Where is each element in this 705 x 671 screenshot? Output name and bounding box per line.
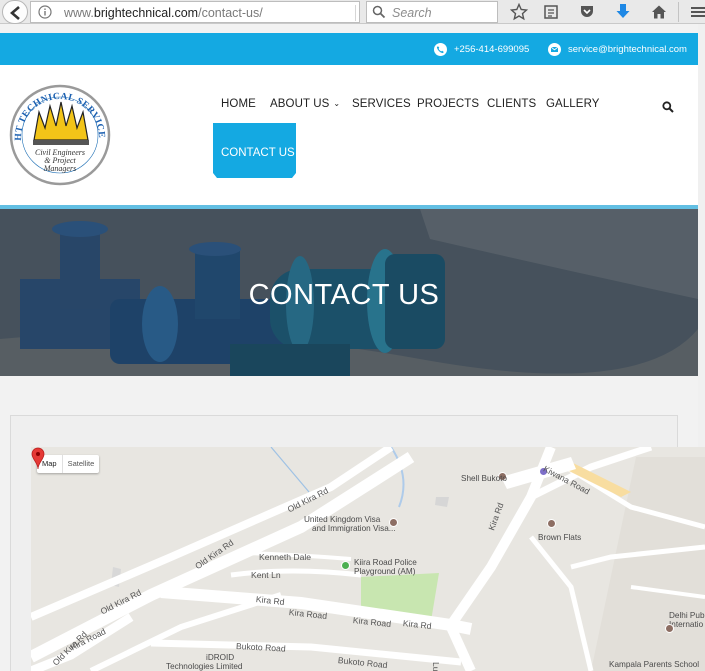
nav-services[interactable]: SERVICES: [352, 98, 411, 110]
map-label-idroid-line1[interactable]: iDROID: [206, 653, 234, 662]
nav-contact-us[interactable]: CONTACT US: [213, 123, 296, 173]
address-separator: [355, 5, 356, 21]
map-label-shell[interactable]: Shell Bukoto: [461, 474, 507, 483]
nav-clients[interactable]: CLIENTS: [487, 98, 536, 110]
hero-title: CONTACT US: [248, 279, 440, 311]
nav-about-label: ABOUT US: [270, 98, 330, 110]
site-search-icon[interactable]: [662, 101, 674, 113]
map-label-delhi-line1[interactable]: Delhi Publ: [669, 611, 705, 620]
map-label-delhi-line2[interactable]: Internatio: [669, 620, 703, 629]
home-icon[interactable]: [650, 3, 668, 21]
map-road-kent-ln: Kent Ln: [251, 570, 281, 580]
back-arrow-icon: [10, 6, 20, 20]
phone-icon: [434, 42, 447, 56]
back-button[interactable]: [2, 0, 28, 24]
building-icon[interactable]: [389, 518, 398, 527]
url-text: www.brightechnical.com/contact-us/: [64, 6, 263, 20]
nav-gallery[interactable]: GALLERY: [546, 98, 600, 110]
search-bar[interactable]: Search: [366, 1, 498, 23]
map-road-lugogo: Lugo: [431, 662, 441, 671]
location-pin-icon[interactable]: [31, 447, 45, 469]
company-logo[interactable]: BRIGHT TECHNICAL SERVICES LTD Civil Engi…: [9, 84, 111, 186]
svg-text:Managers: Managers: [43, 164, 76, 173]
site-header: BRIGHT TECHNICAL SERVICES LTD Civil Engi…: [0, 65, 698, 207]
map-label-kampala-parents[interactable]: Kampala Parents School: [609, 660, 699, 669]
toolbar-separator: [678, 2, 679, 22]
nav-active-indicator: [213, 173, 296, 178]
map-type-control[interactable]: Map Satellite: [37, 455, 100, 473]
map-label-uk-visa-line1[interactable]: United Kingdom Visa: [304, 515, 380, 524]
school-icon[interactable]: [665, 624, 674, 633]
map-label-uk-visa-line2[interactable]: and Immigration Visa...: [312, 524, 396, 533]
browser-toolbar: www.brightechnical.com/contact-us/ Searc…: [0, 0, 705, 24]
nav-contact-label: CONTACT US: [221, 147, 295, 159]
map-label-police-line2[interactable]: Playground (AM): [354, 567, 415, 576]
phone-number: +256-414-699095: [454, 43, 530, 55]
nav-home[interactable]: HOME: [221, 98, 256, 110]
phone-contact[interactable]: +256-414-699095: [434, 33, 529, 65]
playground-icon[interactable]: [341, 561, 350, 570]
chevron-down-icon: ⌄: [333, 99, 341, 108]
download-icon[interactable]: [614, 3, 632, 21]
search-placeholder: Search: [392, 6, 432, 20]
email-address: service@brightechnical.com: [568, 43, 687, 55]
map-type-satellite-button[interactable]: Satellite: [61, 455, 100, 473]
map-road-kenneth-dale: Kenneth Dale: [259, 552, 312, 562]
browser-window: www.brightechnical.com/contact-us/ Searc…: [0, 0, 705, 671]
nav-about-us[interactable]: ABOUT US ⌄: [270, 98, 340, 110]
address-bar[interactable]: www.brightechnical.com/contact-us/: [30, 1, 378, 23]
hero-banner: CONTACT US: [0, 209, 698, 376]
lodging-icon[interactable]: [547, 519, 556, 528]
search-icon: [372, 5, 386, 19]
bookmark-star-icon[interactable]: [510, 3, 528, 21]
nav-projects[interactable]: PROJECTS: [417, 98, 479, 110]
pocket-icon[interactable]: [578, 3, 596, 21]
menu-icon[interactable]: [688, 3, 705, 21]
info-icon[interactable]: [38, 5, 52, 19]
reading-list-icon[interactable]: [542, 3, 560, 21]
map-label-brown-flats[interactable]: Brown Flats: [538, 533, 581, 542]
google-map[interactable]: Map Satellite Shell Bukoto Kiwana Road U…: [31, 447, 705, 671]
envelope-icon: [548, 42, 561, 56]
map-label-idroid-line2[interactable]: Technologies Limited: [166, 662, 242, 671]
map-label-police-line1[interactable]: Kiira Road Police: [354, 558, 417, 567]
email-contact[interactable]: service@brightechnical.com: [548, 33, 687, 65]
top-contact-bar: +256-414-699095 service@brightechnical.c…: [0, 33, 698, 65]
